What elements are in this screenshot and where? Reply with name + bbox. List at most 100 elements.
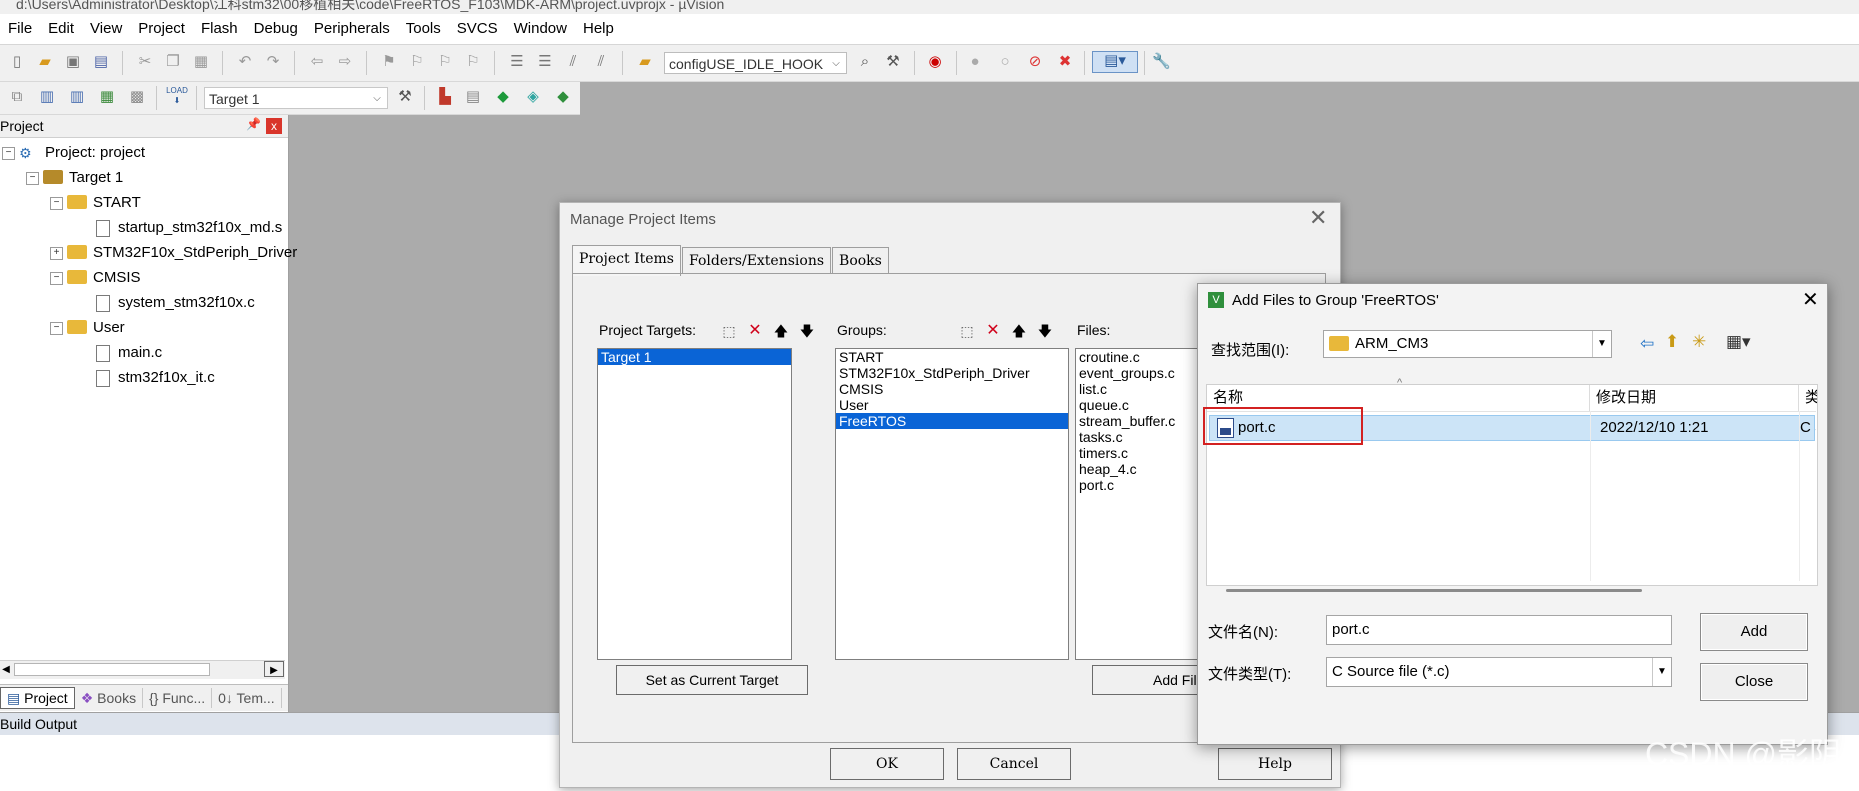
move-down-icon[interactable]: 🡇 [796,320,818,342]
tree-item-target[interactable]: − Target 1 [26,167,123,189]
nav-forward-icon[interactable]: ⇨ [336,53,354,71]
collapse-icon[interactable]: − [2,146,15,160]
tree-item-group-start[interactable]: − START [50,192,141,214]
tab-folders-extensions[interactable]: Folders/Extensions [682,247,832,274]
copy-icon[interactable]: ❐ [164,53,182,71]
filetype-select[interactable]: C Source file (*.c) ▼ [1326,657,1672,687]
column-header-date[interactable]: 修改日期 [1590,385,1799,411]
bookmark-prev-icon[interactable]: ⚐ [408,53,426,71]
list-item[interactable]: tasks.c [1076,429,1204,445]
target-combo[interactable]: Target 1 ⌵ [204,87,388,109]
list-item[interactable]: Target 1 [598,349,791,365]
breakpoint-enable-icon[interactable]: ○ [996,53,1014,71]
delete-group-icon[interactable]: ✕ [982,320,1004,342]
list-item[interactable]: User [836,397,1068,413]
manage-rte-icon[interactable]: ◈ [524,88,542,106]
pin-icon[interactable]: 📌 [246,117,261,131]
new-folder-icon[interactable]: ✳ [1692,332,1706,352]
tree-item-group-user[interactable]: − User [50,317,125,339]
menu-edit[interactable]: Edit [40,14,82,44]
column-header-type[interactable]: 类 [1799,385,1817,411]
unindent-icon[interactable]: ☰ [536,53,554,71]
tree-item-group-cmsis[interactable]: − CMSIS [50,267,141,289]
collapse-icon[interactable]: − [50,196,63,210]
menu-debug[interactable]: Debug [246,14,306,44]
find-icon[interactable]: ⌕ [856,53,874,71]
view-menu-icon[interactable]: ▦▾ [1726,332,1751,352]
save-icon[interactable]: ▣ [64,53,82,71]
debug-start-icon[interactable]: ◉ [926,53,944,71]
scroll-left-icon[interactable]: ◀ [0,661,12,679]
incremental-find-icon[interactable]: ⚒ [884,53,902,71]
nav-back-icon[interactable]: ⇦ [308,53,326,71]
project-horizontal-scrollbar[interactable]: ◀ ▶ [0,660,285,679]
chevron-down-icon[interactable]: ▼ [1592,331,1611,357]
collapse-icon[interactable]: − [50,271,63,285]
targets-list[interactable]: Target 1 [597,348,792,660]
bookmark-next-icon[interactable]: ⚐ [436,53,454,71]
list-item[interactable]: event_groups.c [1076,365,1204,381]
menu-view[interactable]: View [82,14,130,44]
tree-item-project-root[interactable]: − ⚙ Project: project [2,142,145,164]
undo-icon[interactable]: ↶ [236,53,254,71]
scrollbar-thumb[interactable] [14,663,210,676]
tree-item-group-stdperiph[interactable]: + STM32F10x_StdPeriph_Driver [50,242,297,264]
tab-project-items[interactable]: Project Items [572,245,681,276]
list-item[interactable]: FreeRTOS [836,413,1068,429]
batch-build-icon[interactable]: ▦ [98,88,116,106]
bookmark-icon[interactable]: ⚑ [380,53,398,71]
chevron-down-icon[interactable]: ⌵ [828,53,844,75]
tab-books[interactable]: ❖ Books [75,688,144,708]
environment-icon[interactable]: ◆ [554,88,572,106]
tab-project[interactable]: ▤ Project [0,687,75,709]
ok-button[interactable]: OK [830,748,944,780]
move-up-icon[interactable]: 🡅 [1008,320,1030,342]
scroll-right-icon[interactable]: ▶ [264,661,284,677]
collapse-icon[interactable]: − [50,321,63,335]
chevron-down-icon[interactable]: ⌵ [369,88,385,110]
find-combo[interactable]: configUSE_IDLE_HOOK ⌵ [664,52,847,74]
stop-build-icon[interactable]: ▩ [128,88,146,106]
up-folder-icon[interactable]: ⬆ [1665,332,1679,352]
chevron-down-icon[interactable]: ▼ [1652,658,1671,686]
groups-list[interactable]: START STM32F10x_StdPeriph_Driver CMSIS U… [835,348,1069,660]
tree-item-file[interactable]: stm32f10x_it.c [96,367,215,389]
tab-templates[interactable]: 0↓ Tem... [212,688,282,708]
list-item[interactable]: stream_buffer.c [1076,413,1204,429]
build-icon[interactable]: ▥ [38,88,56,106]
tree-item-file[interactable]: system_stm32f10x.c [96,292,255,314]
list-item[interactable]: port.c [1076,477,1204,493]
close-button[interactable]: Close [1700,663,1808,701]
expand-icon[interactable]: + [50,246,63,260]
cancel-button[interactable]: Cancel [957,748,1071,780]
list-item[interactable]: queue.c [1076,397,1204,413]
translate-icon[interactable]: ⧉ [8,88,26,106]
menu-tools[interactable]: Tools [398,14,449,44]
paste-icon[interactable]: ▦ [192,53,210,71]
manage-project-items-icon[interactable]: ▙ [436,88,454,106]
menu-window[interactable]: Window [506,14,575,44]
indent-icon[interactable]: ☰ [508,53,526,71]
new-target-icon[interactable]: ⬚ [718,320,740,342]
move-up-icon[interactable]: 🡅 [770,320,792,342]
load-icon[interactable]: LOAD ⬇ [166,86,188,110]
tree-item-file[interactable]: main.c [96,342,162,364]
target-options-icon[interactable]: ⚒ [396,88,414,106]
list-item[interactable]: croutine.c [1076,349,1204,365]
save-all-icon[interactable]: ▤ [92,53,110,71]
list-item[interactable]: STM32F10x_StdPeriph_Driver [836,365,1068,381]
list-item[interactable]: CMSIS [836,381,1068,397]
cut-icon[interactable]: ✂ [136,53,154,71]
close-icon[interactable]: x [266,118,282,134]
menu-peripherals[interactable]: Peripherals [306,14,398,44]
list-item[interactable]: list.c [1076,381,1204,397]
list-item[interactable]: timers.c [1076,445,1204,461]
filename-input[interactable]: port.c [1326,615,1672,645]
uncomment-icon[interactable]: ⫽ [592,53,610,71]
tab-functions[interactable]: {} Func... [143,688,213,708]
comment-icon[interactable]: ⫽ [564,53,582,71]
menu-svcs[interactable]: SVCS [449,14,506,44]
files-list[interactable]: croutine.c event_groups.c list.c queue.c… [1075,348,1205,660]
add-button[interactable]: Add [1700,613,1808,651]
configure-icon[interactable]: 🔧 [1152,53,1171,71]
